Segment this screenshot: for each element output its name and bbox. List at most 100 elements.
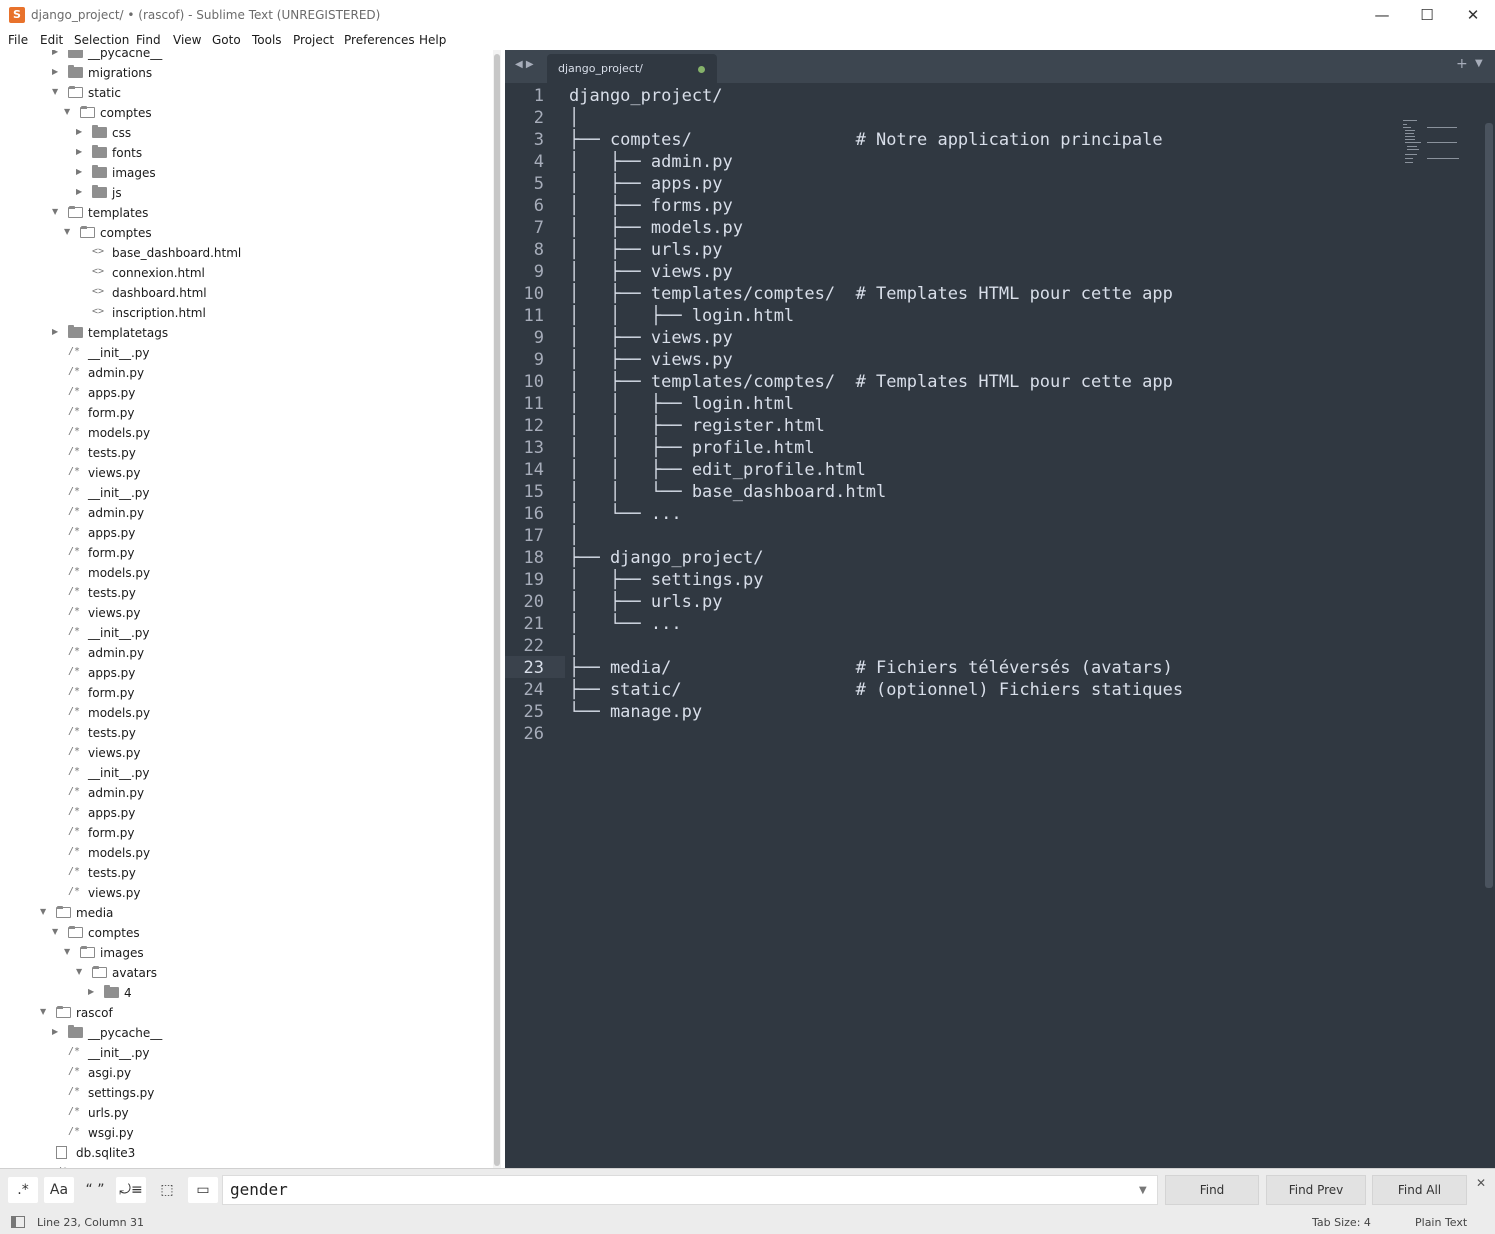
code-line[interactable]: 9 │ ├── views.py	[505, 261, 1405, 283]
menu-tools[interactable]: Tools	[252, 33, 282, 47]
tree-file[interactable]: /* form.py	[0, 824, 490, 844]
tree-file[interactable]: /* models.py	[0, 844, 490, 864]
tree-file[interactable]: <> inscription.html	[0, 304, 490, 324]
code-line[interactable]: 14 │ │ ├── edit_profile.html	[505, 459, 1405, 481]
code-line[interactable]: 21 │ └── ...	[505, 613, 1405, 635]
tree-file[interactable]: /* admin.py	[0, 504, 490, 524]
disclosure-closed-icon[interactable]: ▶	[52, 327, 62, 337]
code-line[interactable]: 26	[505, 723, 1405, 745]
tree-file[interactable]: /* models.py	[0, 564, 490, 584]
code-line[interactable]: 5 │ ├── apps.py	[505, 173, 1405, 195]
tree-file[interactable]: /* apps.py	[0, 524, 490, 544]
tree-file[interactable]: /* tests.py	[0, 584, 490, 604]
find-button[interactable]: Find	[1165, 1175, 1259, 1205]
tree-folder[interactable]: ▶ __pycache__	[0, 50, 490, 64]
disclosure-closed-icon[interactable]: ▶	[76, 127, 86, 137]
code-line[interactable]: 3 ├── comptes/ # Notre application princi…	[505, 129, 1405, 151]
tree-file[interactable]: <> dashboard.html	[0, 284, 490, 304]
disclosure-open-icon[interactable]: ▼	[52, 87, 62, 97]
tree-file[interactable]: /* __init__.py	[0, 624, 490, 644]
find-all-button[interactable]: Find All	[1372, 1175, 1467, 1205]
tree-folder[interactable]: ▶ __pycache__	[0, 1024, 490, 1044]
wrap-toggle[interactable]: ⤾≡	[116, 1177, 146, 1203]
tree-file[interactable]: /* __init__.py	[0, 1044, 490, 1064]
code-line[interactable]: 15 │ │ └── base_dashboard.html	[505, 481, 1405, 503]
tree-file[interactable]: /* models.py	[0, 424, 490, 444]
menu-project[interactable]: Project	[293, 33, 334, 47]
case-toggle[interactable]: Aa	[44, 1177, 74, 1203]
code-line[interactable]: 1 django_project/	[505, 85, 1405, 107]
tree-file[interactable]: /* views.py	[0, 744, 490, 764]
maximize-button[interactable]: ☐	[1404, 0, 1450, 30]
menu-help[interactable]: Help	[419, 33, 446, 47]
tree-file[interactable]: /* asgi.py	[0, 1064, 490, 1084]
find-close-icon[interactable]: ✕	[1476, 1176, 1486, 1190]
code-line[interactable]: 9 │ ├── views.py	[505, 349, 1405, 371]
tree-folder[interactable]: ▶ images	[0, 164, 490, 184]
code-line[interactable]: 23 ├── media/ # Fichiers téléversés (avat…	[505, 657, 1405, 679]
tree-file[interactable]: /* admin.py	[0, 644, 490, 664]
disclosure-closed-icon[interactable]: ▶	[52, 1027, 62, 1037]
tree-file[interactable]: /* admin.py	[0, 364, 490, 384]
tree-file[interactable]: /* views.py	[0, 884, 490, 904]
code-line[interactable]: 12 │ │ ├── register.html	[505, 415, 1405, 437]
tree-folder[interactable]: ▶ migrations	[0, 64, 490, 84]
disclosure-open-icon[interactable]: ▼	[64, 947, 74, 957]
minimize-button[interactable]: —	[1359, 0, 1405, 30]
disclosure-closed-icon[interactable]: ▶	[88, 987, 98, 997]
tree-folder[interactable]: ▼ comptes	[0, 224, 490, 244]
sidebar-toggle-icon[interactable]	[11, 1216, 25, 1228]
in-selection-toggle[interactable]: ⬚	[152, 1177, 182, 1203]
tree-folder[interactable]: ▼ static	[0, 84, 490, 104]
tree-file[interactable]: /* apps.py	[0, 664, 490, 684]
tree-file[interactable]: /* tests.py	[0, 444, 490, 464]
menu-goto[interactable]: Goto	[212, 33, 241, 47]
tree-folder[interactable]: ▼ templates	[0, 204, 490, 224]
sidebar-scrollbar-thumb[interactable]	[494, 54, 500, 1166]
find-input[interactable]: gender	[222, 1175, 1158, 1205]
syntax-mode[interactable]: Plain Text	[1415, 1216, 1467, 1229]
disclosure-closed-icon[interactable]: ▶	[52, 50, 62, 57]
code-line[interactable]: 2 │	[505, 107, 1405, 129]
code-line[interactable]: 11 │ │ ├── login.html	[505, 393, 1405, 415]
disclosure-closed-icon[interactable]: ▶	[52, 67, 62, 77]
menu-preferences[interactable]: Preferences	[344, 33, 415, 47]
code-line[interactable]: 22 │	[505, 635, 1405, 657]
tree-file[interactable]: /* views.py	[0, 604, 490, 624]
disclosure-open-icon[interactable]: ▼	[64, 227, 74, 237]
tree-file[interactable]: /* settings.py	[0, 1084, 490, 1104]
tree-folder[interactable]: ▶ js	[0, 184, 490, 204]
find-history-dropdown-icon[interactable]: ▼	[1139, 1185, 1147, 1196]
tree-folder[interactable]: ▶ 4	[0, 984, 490, 1004]
tree-folder[interactable]: ▶ css	[0, 124, 490, 144]
highlight-toggle[interactable]: ▭	[188, 1177, 218, 1203]
tab-nav-arrows[interactable]: ◀ ▶	[515, 59, 534, 70]
code-line[interactable]: 10 │ ├── templates/comptes/ # Templates H…	[505, 371, 1405, 393]
code-line[interactable]: 10 │ ├── templates/comptes/ # Templates H…	[505, 283, 1405, 305]
new-tab-icon[interactable]: +	[1456, 56, 1468, 72]
disclosure-open-icon[interactable]: ▼	[40, 1007, 50, 1017]
disclosure-open-icon[interactable]: ▼	[52, 927, 62, 937]
tree-folder[interactable]: ▼ comptes	[0, 104, 490, 124]
tree-file[interactable]: /* apps.py	[0, 804, 490, 824]
tree-folder[interactable]: ▶ templatetags	[0, 324, 490, 344]
find-prev-button[interactable]: Find Prev	[1266, 1175, 1366, 1205]
menu-find[interactable]: Find	[136, 33, 161, 47]
minimap[interactable]	[1400, 118, 1465, 168]
tree-file[interactable]: /* urls.py	[0, 1104, 490, 1124]
code-line[interactable]: 6 │ ├── forms.py	[505, 195, 1405, 217]
code-line[interactable]: 13 │ │ ├── profile.html	[505, 437, 1405, 459]
code-line[interactable]: 8 │ ├── urls.py	[505, 239, 1405, 261]
tab-django-project[interactable]: django_project/	[547, 54, 717, 83]
code-line[interactable]: 24 ├── static/ # (optionnel) Fichiers sta…	[505, 679, 1405, 701]
disclosure-open-icon[interactable]: ▼	[76, 967, 86, 977]
tree-folder[interactable]: ▶ fonts	[0, 144, 490, 164]
tree-file[interactable]: /* admin.py	[0, 784, 490, 804]
tree-file[interactable]: /* __init__.py	[0, 764, 490, 784]
tree-file[interactable]: /* __init__.py	[0, 344, 490, 364]
tree-file[interactable]: /* tests.py	[0, 724, 490, 744]
code-line[interactable]: 11 │ │ ├── login.html	[505, 305, 1405, 327]
tree-folder[interactable]: ▼ rascof	[0, 1004, 490, 1024]
whole-word-toggle[interactable]: “ ”	[80, 1177, 110, 1203]
tree-file[interactable]: /* wsgi.py	[0, 1124, 490, 1144]
